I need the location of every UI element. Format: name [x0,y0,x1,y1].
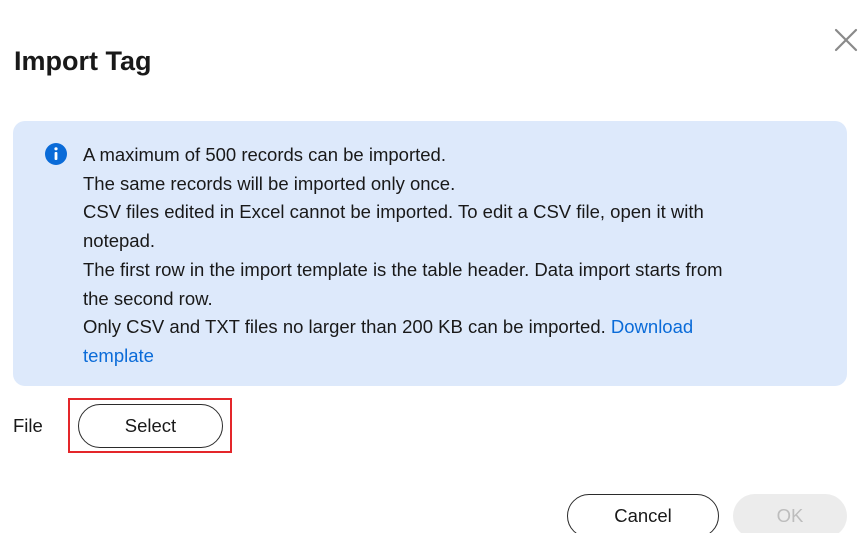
info-line-excel-warning: CSV files edited in Excel cannot be impo… [83,201,704,223]
info-line-max-records: A maximum of 500 records can be imported… [83,144,446,165]
ok-button[interactable]: OK [733,494,847,533]
close-icon [834,28,858,52]
info-notice: A maximum of 500 records can be imported… [13,121,847,386]
info-line-duplicate-records: The same records will be imported only o… [83,172,456,194]
download-template-link-continued[interactable]: template [83,342,823,371]
info-icon [45,143,67,165]
file-size-text: Only CSV and TXT files no larger than 20… [83,316,611,338]
import-tag-dialog: Import Tag A maximum of 500 records can … [0,0,862,533]
download-template-link[interactable]: Download [611,316,693,337]
info-line-second-row: the second row. [83,287,213,309]
info-text: A maximum of 500 records can be imported… [83,141,823,371]
info-line-notepad: notepad. [83,230,156,252]
select-file-button[interactable]: Select [78,404,223,448]
info-line-file-size: Only CSV and TXT files no larger than 20… [83,313,823,342]
dialog-title: Import Tag [14,46,152,76]
file-label: File [13,415,43,436]
info-line-header-row: The first row in the import template is … [83,258,723,280]
cancel-button[interactable]: Cancel [567,494,719,533]
close-button[interactable] [829,23,862,57]
